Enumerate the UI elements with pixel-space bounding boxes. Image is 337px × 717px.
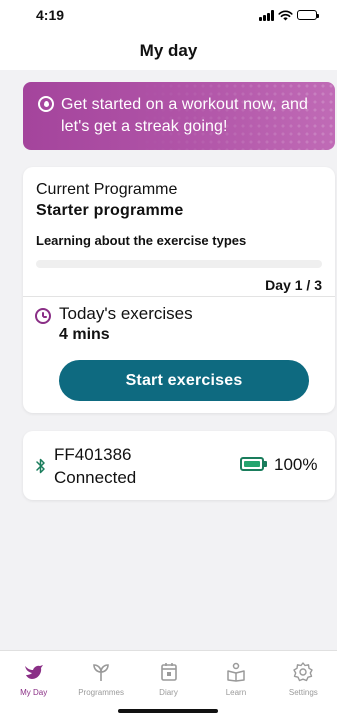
current-programme-label: Current Programme (36, 181, 178, 198)
device-id: FF401386 (54, 445, 132, 464)
tab-label-my-day: My Day (20, 688, 48, 697)
todays-exercises-label: Today's exercises (59, 304, 193, 323)
start-exercises-button[interactable]: Start exercises (59, 360, 309, 401)
bluetooth-icon (36, 458, 45, 474)
workout-streak-banner[interactable]: Get started on a workout now, and let's … (23, 82, 335, 150)
device-status: Connected (54, 468, 137, 487)
tab-diary[interactable]: Diary (135, 651, 202, 717)
programme-name: Starter programme (36, 202, 184, 219)
top-bar: 4:19 My day (0, 0, 337, 70)
bottom-tab-bar: My Day Programmes Diary Learn Settings (0, 650, 337, 717)
day-counter: Day 1 / 3 (265, 277, 322, 293)
tab-learn[interactable]: Learn (202, 651, 269, 717)
status-bar: 4:19 (0, 0, 337, 30)
card-divider (23, 296, 335, 297)
programme-description: Learning about the exercise types (36, 233, 247, 248)
banner-text: Get started on a workout now, and let's … (61, 96, 309, 135)
bird-icon (24, 665, 43, 679)
tab-label-settings: Settings (288, 688, 318, 697)
gear-icon (293, 662, 314, 682)
tab-label-learn: Learn (225, 688, 247, 697)
status-battery-icon (297, 10, 319, 20)
tab-settings[interactable]: Settings (270, 651, 337, 717)
programme-progress-bar (36, 260, 322, 268)
device-battery-percent: 100% (274, 455, 318, 474)
tab-label-diary: Diary (159, 688, 178, 697)
device-battery-icon (240, 457, 267, 471)
book-person-icon (227, 662, 245, 682)
home-indicator[interactable] (118, 709, 218, 713)
tab-label-programmes: Programmes (78, 688, 124, 697)
tab-programmes[interactable]: Programmes (67, 651, 134, 717)
calendar-icon (160, 663, 177, 681)
wifi-icon (278, 10, 293, 20)
programme-card[interactable]: Current Programme Starter programme Lear… (23, 167, 335, 413)
status-time: 4:19 (36, 7, 65, 23)
clock-icon (35, 308, 51, 324)
flame-icon (38, 96, 54, 112)
device-card[interactable]: FF401386 Connected 100% (23, 431, 335, 500)
status-icons (259, 9, 319, 21)
exercise-duration: 4 mins (59, 326, 110, 343)
cellular-signal-icon (259, 9, 274, 21)
tab-my-day[interactable]: My Day (0, 651, 67, 717)
page-title: My day (139, 41, 198, 60)
sprout-icon (93, 664, 109, 681)
